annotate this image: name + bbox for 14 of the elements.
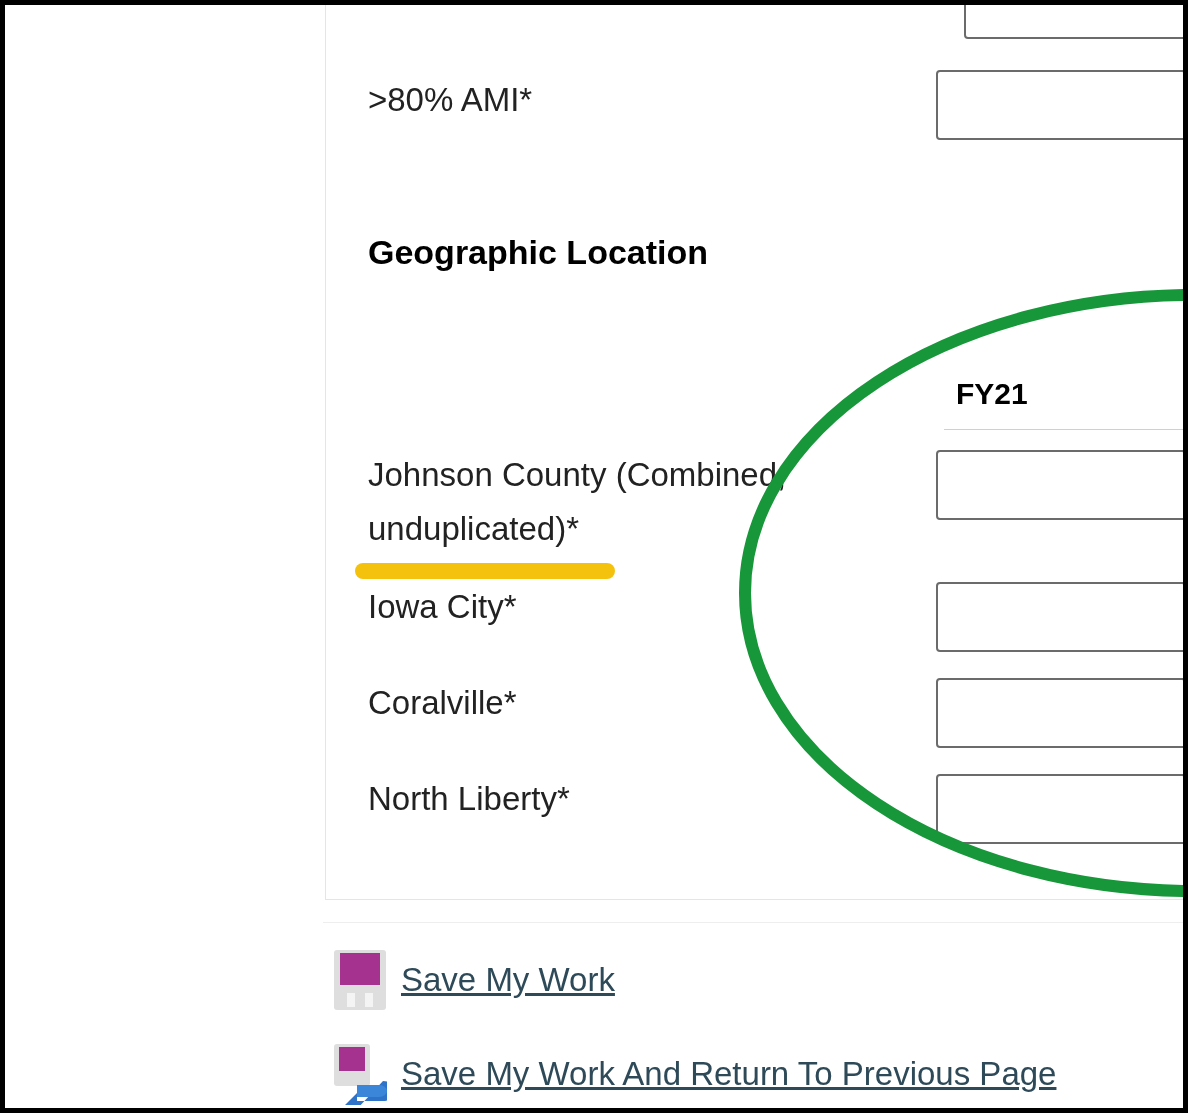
- input-field[interactable]: [936, 774, 1183, 844]
- field-label: North Liberty*: [367, 779, 571, 819]
- input-field[interactable]: [936, 678, 1183, 748]
- link[interactable]: Save My Work And Return To Previous Page: [401, 1049, 1057, 1099]
- save-return-icon: [333, 1043, 387, 1105]
- input-field[interactable]: [936, 450, 1183, 520]
- field-label: Coralville*: [367, 683, 518, 723]
- section-heading: Geographic Location: [367, 232, 710, 273]
- field-label: Iowa City*: [367, 587, 518, 627]
- input-field[interactable]: [936, 70, 1183, 140]
- column-header: FY21: [944, 374, 1183, 430]
- input-field[interactable]: [936, 582, 1183, 652]
- link[interactable]: Save My Work: [401, 955, 615, 1005]
- field-label: >80% AMI*: [367, 80, 534, 120]
